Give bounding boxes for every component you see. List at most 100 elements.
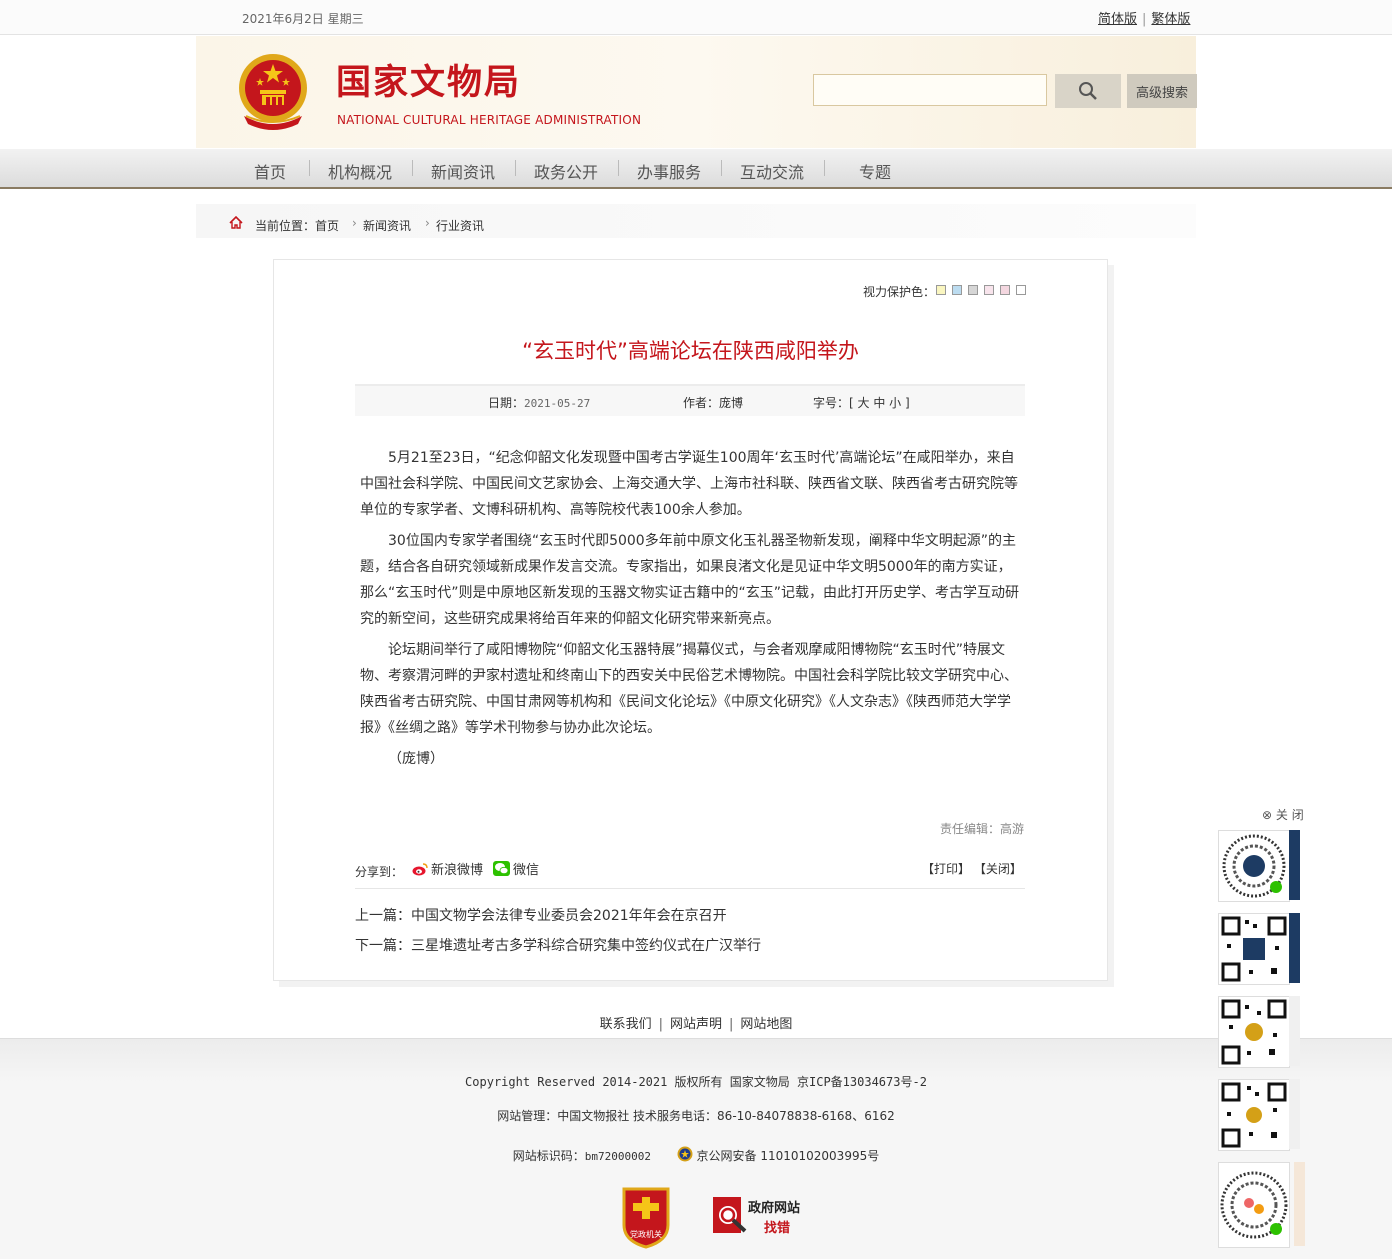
nav-about[interactable]: 机构概况: [328, 159, 392, 183]
qr-code: [1218, 996, 1290, 1068]
color-swatch-rose[interactable]: [1000, 285, 1010, 295]
side-close-label: 关 闭: [1275, 808, 1304, 822]
contact-link[interactable]: 联系我们: [600, 1017, 652, 1032]
nav-services[interactable]: 办事服务: [637, 159, 701, 183]
print-button[interactable]: 【打印】: [922, 862, 970, 876]
qr-tag: [1294, 1162, 1305, 1246]
weibo-icon: [412, 862, 428, 875]
author-label: 作者：: [683, 396, 720, 410]
search-input[interactable]: [813, 74, 1047, 106]
current-date: 2021年6月2日 星期三: [242, 12, 364, 26]
sitemap-link[interactable]: 网站地图: [740, 1017, 792, 1032]
breadcrumb-industry[interactable]: 行业资讯: [436, 217, 484, 234]
share-label: 分享到：: [355, 865, 404, 879]
article-title: “玄玉时代”高端论坛在陕西咸阳举办: [522, 339, 859, 363]
side-panel-close[interactable]: ⊗ 关 闭: [1262, 806, 1304, 823]
share-wechat-label: 微信: [513, 863, 540, 878]
next-article-link[interactable]: 三星堆遗址考古多学科综合研究集中签约仪式在广汉举行: [411, 938, 761, 954]
next-article: 下一篇：三星堆遗址考古多学科综合研究集中签约仪式在广汉举行: [355, 935, 761, 955]
article-panel: 视力保护色： “玄玉时代”高端论坛在陕西咸阳举办 日期：2021-05-27 作…: [273, 259, 1108, 981]
article-date: 2021-05-27: [524, 397, 591, 410]
vision-protect-label: 视力保护色：: [863, 285, 936, 299]
nav-topics[interactable]: 专题: [859, 159, 891, 183]
site-id-row: 网站标识码：bm72000002 京公网安备 11010102003995号: [0, 1146, 1392, 1164]
main-nav: 首页 机构概况 新闻资讯 政务公开 办事服务 互动交流 专题: [0, 149, 1392, 189]
color-swatch-pink[interactable]: [984, 285, 994, 295]
gov-error-title: 政府网站: [748, 1201, 801, 1216]
divider: [355, 888, 1025, 889]
nav-news[interactable]: 新闻资讯: [431, 159, 495, 183]
paragraph: 30位国内专家学者围绕“玄玉时代即5000多年前中原文化玉礼器圣物新发现，阐释中…: [360, 533, 1020, 627]
responsible-editor: 责任编辑：高游: [940, 822, 1025, 836]
gov-site-error-badge[interactable]: 政府网站 找错: [711, 1193, 821, 1237]
prev-article-link[interactable]: 中国文物学会法律专业委员会2021年年会在京召开: [411, 908, 727, 924]
home-icon: [229, 216, 243, 229]
article-actions: 【打印】 【关闭】: [922, 860, 1022, 877]
police-badge-icon: [677, 1146, 693, 1162]
qr-code: [1218, 913, 1290, 985]
qr-code: [1218, 1162, 1290, 1248]
manager-text: 网站管理：中国文物报社 技术服务电话：86-10-84078838-6168、6…: [497, 1109, 895, 1123]
nav-gov-affairs[interactable]: 政务公开: [534, 159, 598, 183]
advanced-search-button[interactable]: 高级搜索: [1127, 74, 1197, 108]
top-bar: 2021年6月2日 星期三 简体版 | 繁体版: [0, 0, 1392, 35]
site-name-en: NATIONAL CULTURAL HERITAGE ADMINISTRATIO…: [337, 113, 642, 127]
search-button[interactable]: [1055, 74, 1121, 108]
qr-tag: [1289, 1079, 1300, 1149]
qr-code-icon: [1220, 1171, 1288, 1239]
color-swatch-white[interactable]: [1016, 285, 1026, 295]
qr-code-icon: [1221, 999, 1287, 1065]
qr-code-icon: [1221, 916, 1287, 982]
qr-tag: [1289, 996, 1300, 1066]
color-swatch-blue[interactable]: [952, 285, 962, 295]
simplified-link[interactable]: 简体版: [1098, 12, 1137, 27]
party-badge-label: 党政机关: [630, 1229, 662, 1239]
share-weibo-label: 新浪微博: [431, 863, 484, 878]
article-body: 5月21至23日，“纪念仰韶文化发现暨中国考古学诞生100周年‘玄玉时代’高端论…: [360, 445, 1020, 777]
statement-link[interactable]: 网站声明: [670, 1017, 722, 1032]
breadcrumb: 当前位置： 首页 › 新闻资讯 › 行业资讯: [196, 204, 1196, 238]
breadcrumb-home[interactable]: 首页: [315, 217, 339, 234]
close-button[interactable]: 【关闭】: [974, 862, 1022, 876]
close-icon: ⊗: [1262, 808, 1273, 822]
next-label: 下一篇：: [355, 938, 411, 954]
breadcrumb-label: 当前位置：: [255, 219, 316, 233]
qr-code: [1218, 830, 1290, 902]
error-finder-icon: [713, 1197, 747, 1233]
date-label: 日期：: [488, 396, 525, 410]
gov-error-sub: 找错: [764, 1221, 791, 1236]
prev-label: 上一篇：: [355, 908, 411, 924]
chevron-right-icon: ›: [352, 216, 357, 230]
police-record[interactable]: 京公网安备 11010102003995号: [697, 1149, 880, 1163]
party-gov-badge-icon[interactable]: 党政机关: [620, 1185, 672, 1249]
qr-tag: [1289, 830, 1300, 900]
share-weibo[interactable]: 新浪微博: [412, 859, 483, 878]
traditional-link[interactable]: 繁体版: [1151, 12, 1190, 27]
color-swatch-yellow[interactable]: [936, 285, 946, 295]
wechat-icon: [493, 861, 510, 876]
site-header: 国家文物局 NATIONAL CULTURAL HERITAGE ADMINIS…: [196, 36, 1197, 148]
site-name[interactable]: 国家文物局: [336, 54, 521, 105]
qr-code-icon: [1222, 834, 1286, 898]
site-id-label: 网站标识码：: [512, 1149, 585, 1163]
font-size-options[interactable]: [ 大 中 小 ]: [849, 396, 910, 410]
site-footer: Copyright Reserved 2014-2021 版权所有 国家文物局 …: [0, 1038, 1392, 1259]
share-wechat[interactable]: 微信: [493, 859, 539, 878]
paragraph: 5月21至23日，“纪念仰韶文化发现暨中国考古学诞生100周年‘玄玉时代’高端论…: [360, 450, 1018, 518]
footer-links: 联系我们 | 网站声明 | 网站地图: [599, 1017, 793, 1032]
qr-code-icon: [1221, 1082, 1287, 1148]
search-icon: [1079, 82, 1097, 100]
nav-interaction[interactable]: 互动交流: [740, 159, 804, 183]
copyright-text: Copyright Reserved 2014-2021 版权所有 国家文物局 …: [465, 1075, 927, 1089]
breadcrumb-news[interactable]: 新闻资讯: [363, 217, 411, 234]
paragraph: 论坛期间举行了咸阳博物院“仰韶文化玉器特展”揭幕仪式，与会者观摩咸阳博物院“玄玉…: [360, 642, 1018, 736]
national-emblem-icon[interactable]: [236, 50, 310, 132]
nav-home[interactable]: 首页: [254, 159, 286, 183]
color-swatch-gray[interactable]: [968, 285, 978, 295]
article-author: 庞博: [719, 396, 744, 410]
language-switch: 简体版 | 繁体版: [1098, 12, 1191, 27]
article-meta: 日期：2021-05-27 作者：庞博 字号：[ 大 中 小 ]: [355, 384, 1025, 416]
qr-code: [1218, 1079, 1290, 1151]
site-id: bm72000002: [584, 1150, 652, 1163]
font-size-label: 字号：: [813, 396, 850, 410]
